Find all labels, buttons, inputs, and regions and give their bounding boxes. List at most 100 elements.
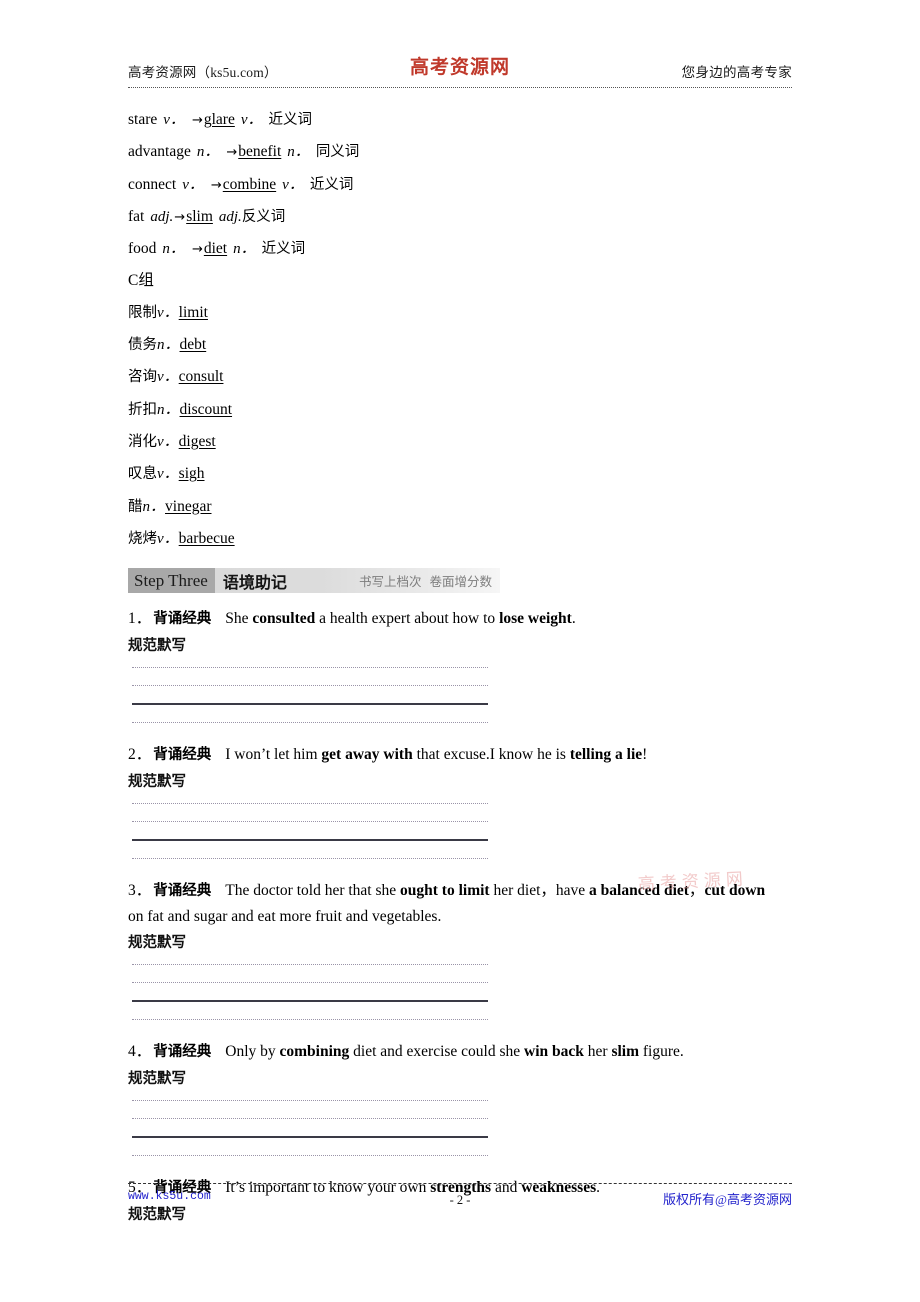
- word-target-pos: adj.: [218, 208, 242, 225]
- entry-english: digest: [178, 432, 216, 450]
- word-target-pos: v．: [282, 176, 304, 193]
- entry-pos: v．: [157, 530, 179, 547]
- writing-line-dotted: [132, 964, 488, 966]
- sentence-fragment: The doctor told her that she: [225, 882, 401, 900]
- entry-chinese: 咨询: [128, 369, 157, 386]
- group-c-row: 折扣n．discount: [128, 394, 792, 426]
- word-target: diet: [203, 240, 228, 258]
- sentence-line-1: Only by combining diet and exercise coul…: [211, 1043, 684, 1060]
- step-title: 语境助记: [222, 572, 287, 592]
- arrow-right-icon: →: [210, 177, 222, 193]
- entry-english: barbecue: [178, 529, 235, 547]
- header-slogan: 您身边的高考专家: [681, 65, 792, 80]
- arrow-right-icon: →: [174, 209, 186, 225]
- sentence-fragment: I won’t let him: [225, 746, 322, 764]
- sentence-line-1: She consulted a health expert about how …: [211, 610, 575, 627]
- word-target: slim: [186, 207, 213, 225]
- recite-sentence: 2． 背诵经典 I won’t let him get away with that…: [128, 742, 792, 768]
- sentence-keyword: telling a lie: [569, 746, 643, 764]
- word-source: food: [128, 240, 157, 258]
- writing-line-dotted: [132, 667, 488, 669]
- footer-divider: [128, 1183, 792, 1184]
- entry-pos: v．: [157, 369, 179, 386]
- document-page: 高考资源网（ks5u.com） 高考资源网 您身边的高考专家 stare v． →g…: [0, 0, 920, 1302]
- entry-pos: n．: [157, 401, 180, 418]
- word-target: benefit: [238, 143, 282, 161]
- group-c-row: 烧烤v．barbecue: [128, 523, 792, 555]
- writing-line-dotted: [132, 1118, 488, 1120]
- step-three-banner: Step Three 语境助记 书写上档次 卷面增分数: [128, 568, 500, 594]
- recite-sentence: 3． 背诵经典 The doctor told her that she ought…: [128, 869, 792, 929]
- sentence-line-1: I won’t let him get away with that excus…: [211, 746, 647, 763]
- entry-pos: n．: [157, 337, 180, 354]
- recite-item: 2． 背诵经典 I won’t let him get away with that…: [128, 742, 792, 865]
- entry-pos: v．: [157, 466, 179, 483]
- write-label: 规范默写: [128, 774, 186, 791]
- entry-chinese: 折扣: [128, 401, 157, 418]
- word-source: stare: [128, 111, 158, 128]
- writing-line-dotted: [132, 858, 488, 860]
- arrow-right-icon: →: [226, 145, 238, 161]
- word-target-pos: n．: [287, 144, 310, 161]
- group-c-list: 限制v．limit 债务n．debt 咨询v．consult 折扣n．disco…: [128, 297, 792, 555]
- sentence-keyword: ought to limit: [400, 882, 490, 900]
- recite-sentence: 1． 背诵经典 She consulted a health expert abou…: [128, 606, 792, 632]
- recite-item: 4． 背诵经典 Only by combining diet and exercis…: [128, 1039, 792, 1162]
- write-label: 规范默写: [128, 638, 186, 655]
- entry-chinese: 醋: [128, 498, 143, 515]
- word-pair-list: stare v． →glare v． 近义词 advantage n． →benefit n．…: [128, 104, 792, 265]
- entry-chinese: 叹息: [128, 466, 157, 483]
- sentence-keyword: consulted: [252, 610, 316, 628]
- write-label: 规范默写: [128, 1071, 186, 1088]
- word-relation: 近义词: [268, 112, 313, 128]
- item-tag: 背诵经典: [153, 883, 212, 900]
- writing-line-solid: [132, 1000, 488, 1003]
- footer-url[interactable]: www.ks5u.com: [128, 1190, 211, 1203]
- word-source: advantage: [128, 143, 191, 161]
- sentence-fragment: diet and exercise could she: [349, 1043, 525, 1061]
- sentence-fragment: She: [225, 610, 253, 628]
- sentence-line-1: The doctor told her that she ought to li…: [211, 882, 765, 899]
- group-c-heading: C组: [128, 265, 792, 296]
- writing-lines-group[interactable]: [132, 964, 488, 1026]
- group-c-row: 消化v．digest: [128, 426, 792, 458]
- entry-english: limit: [178, 303, 208, 321]
- sentence-fragment: ，: [688, 882, 705, 900]
- page-footer: www.ks5u.com - 2 - 版权所有@高考资源网: [128, 1188, 792, 1212]
- sentence-keyword: a balanced diet: [589, 882, 689, 900]
- page-content: stare v． →glare v． 近义词 advantage n． →benefit n．…: [128, 104, 792, 1226]
- sentence-fragment: Only by: [225, 1043, 280, 1061]
- word-relation: 近义词: [261, 241, 306, 258]
- group-c-letter: C: [128, 272, 139, 290]
- writing-lines-group[interactable]: [132, 667, 488, 729]
- sentence-keyword: combining: [279, 1043, 350, 1061]
- recite-sentence: 4． 背诵经典 Only by combining diet and exercis…: [128, 1039, 792, 1065]
- entry-english: sigh: [178, 465, 205, 483]
- header-logo: 高考资源网: [409, 56, 511, 78]
- entry-english: discount: [179, 400, 233, 418]
- arrow-right-icon: →: [191, 113, 203, 128]
- writing-lines-group[interactable]: [132, 1100, 488, 1162]
- recite-item: 1． 背诵经典 She consulted a health expert abou…: [128, 606, 792, 729]
- item-tag: 背诵经典: [153, 611, 212, 628]
- sentence-keyword: win back: [524, 1043, 584, 1061]
- page-header: 高考资源网（ks5u.com） 高考资源网 您身边的高考专家: [128, 52, 792, 88]
- sentence-keyword: lose weight: [499, 610, 572, 628]
- header-divider: [128, 87, 792, 88]
- sentence-line-2: on fat and sugar and eat more fruit and …: [128, 908, 442, 926]
- group-c-word: 组: [138, 271, 154, 290]
- word-source-pos: v．: [163, 112, 185, 128]
- writing-line-dotted: [132, 803, 488, 805]
- word-target: combine: [222, 175, 277, 193]
- group-c-row: 债务n．debt: [128, 329, 792, 361]
- item-tag: 背诵经典: [153, 1044, 212, 1061]
- word-pair-row: food n． →diet n． 近义词: [128, 233, 792, 265]
- entry-chinese: 消化: [128, 433, 157, 450]
- group-c-row: 咨询v．consult: [128, 361, 792, 393]
- entry-english: vinegar: [165, 497, 212, 515]
- arrow-right-icon: →: [191, 242, 203, 258]
- step-tag-1: 书写上档次: [358, 574, 422, 590]
- writing-lines-group[interactable]: [132, 803, 488, 865]
- sentence-fragment: a health expert about how to: [315, 610, 500, 628]
- word-pair-row: connect v． →combine v． 近义词: [128, 169, 792, 201]
